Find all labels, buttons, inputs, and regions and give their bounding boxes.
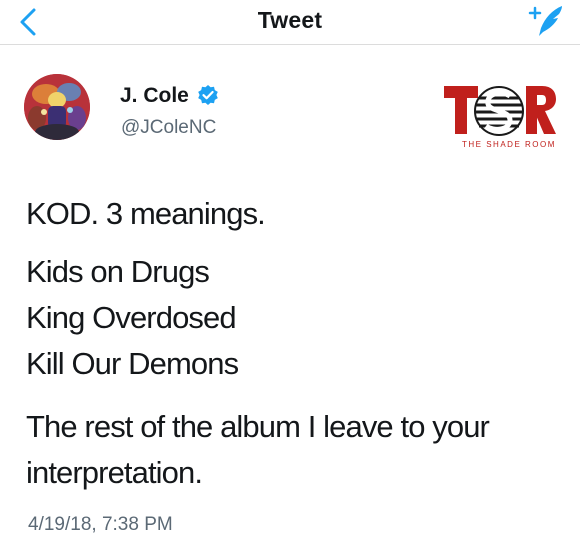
author-handle[interactable]: @JColeNC xyxy=(121,117,216,139)
author-name[interactable]: J. Cole xyxy=(120,84,189,108)
avatar[interactable] xyxy=(24,74,90,140)
compose-tweet-button[interactable] xyxy=(522,2,568,42)
page-title: Tweet xyxy=(257,7,323,33)
tweet-text-line: King Overdosed xyxy=(26,300,237,335)
tweet-text-line: KOD. 3 meanings. xyxy=(26,196,266,231)
tweet-text-line: Kids on Drugs xyxy=(26,254,210,289)
tweet-text-line: The rest of the album I leave to your xyxy=(26,409,490,444)
nav-bar: Tweet xyxy=(0,0,580,45)
compose-feather-icon xyxy=(528,6,562,36)
shade-room-caption: THE SHADE ROOM xyxy=(462,140,556,149)
verified-badge-icon xyxy=(197,84,219,106)
tweet-text-line: Kill Our Demons xyxy=(26,346,239,381)
tweet-detail-screen: Tweet J. Cole @JColeNC THE SHADE ROOM KO… xyxy=(0,0,580,560)
tweet-text-line: interpretation. xyxy=(26,455,203,490)
tweet-timestamp: 4/19/18, 7:38 PM xyxy=(28,514,173,535)
avatar-artwork xyxy=(24,74,90,140)
